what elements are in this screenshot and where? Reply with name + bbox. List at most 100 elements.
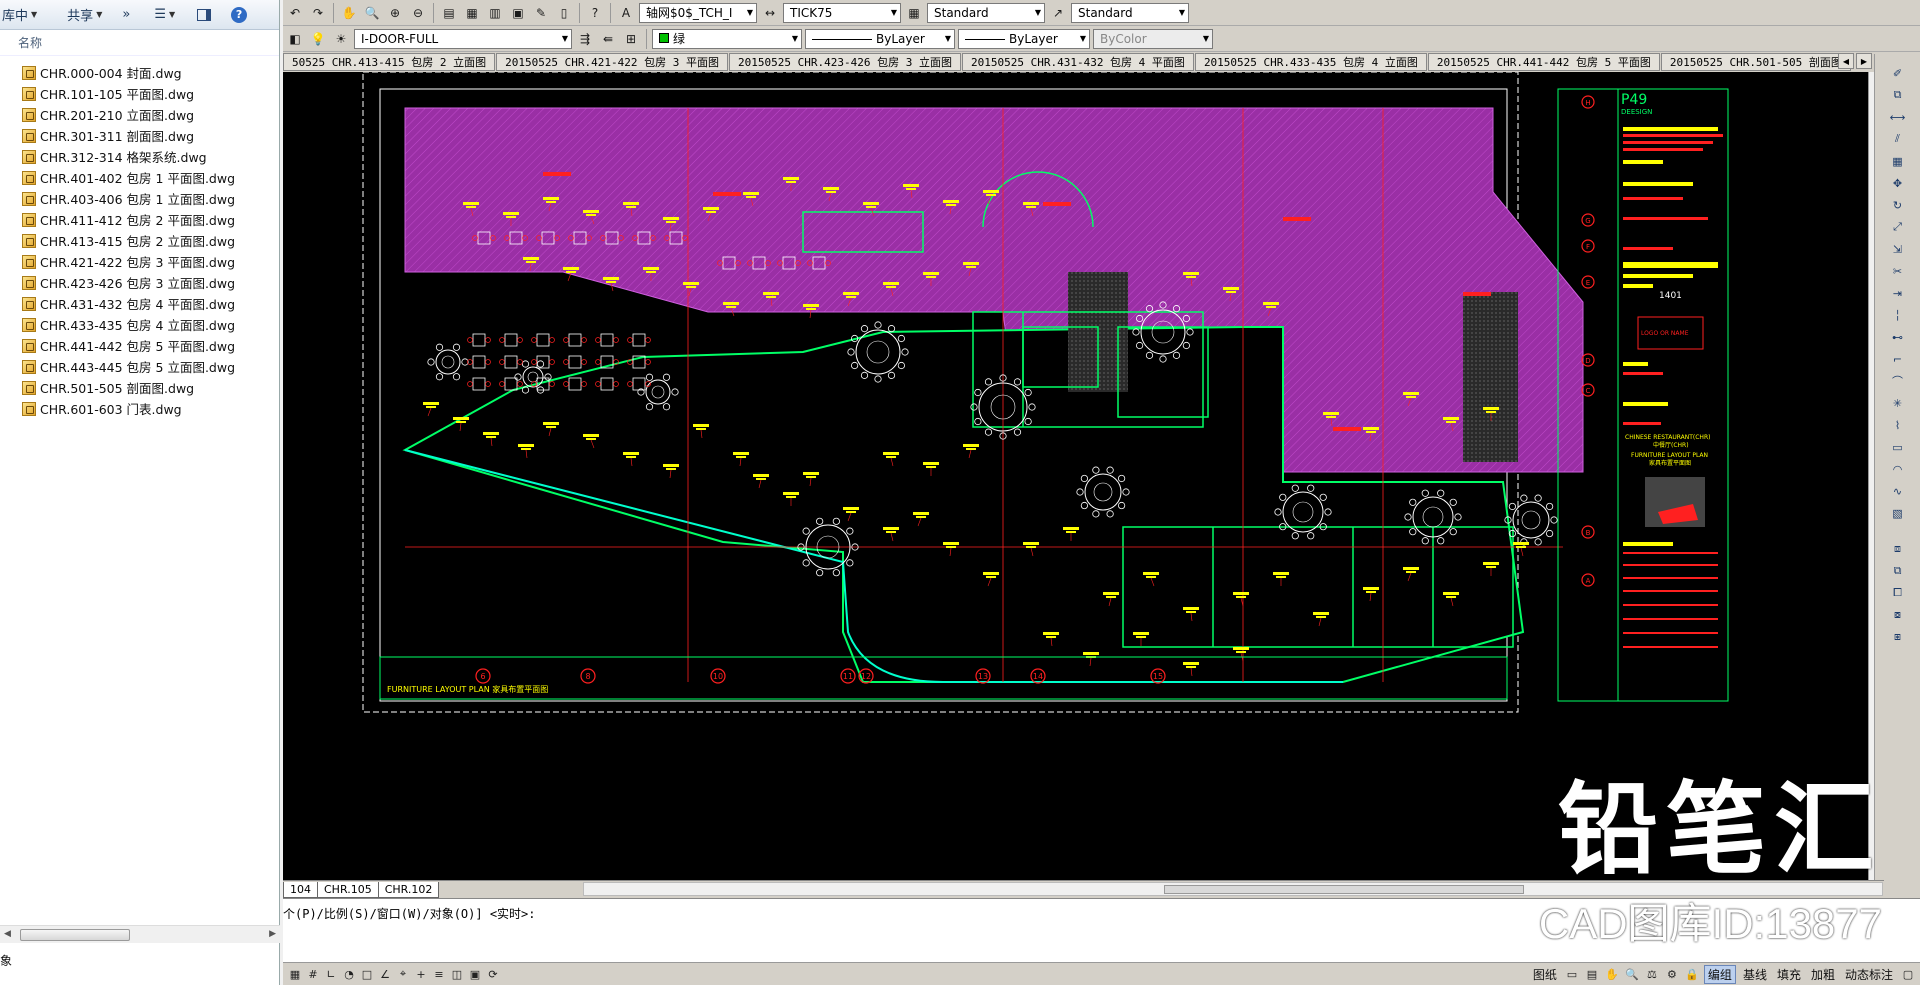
file-list-item[interactable]: CHR.443-445 包房 5 立面图.dwg bbox=[0, 356, 279, 377]
text-front-icon[interactable]: ⧇ bbox=[1888, 606, 1908, 624]
object-snap-icon[interactable]: □ bbox=[359, 966, 375, 982]
properties-icon[interactable]: ▤ bbox=[439, 3, 459, 23]
lineweight-select[interactable]: ByLayer ▼ bbox=[958, 28, 1090, 49]
spline-icon[interactable]: ∿ bbox=[1888, 482, 1908, 500]
help-button[interactable]: ? bbox=[231, 6, 248, 23]
file-list-item[interactable]: CHR.201-210 立面图.dwg bbox=[0, 104, 279, 125]
library-dropdown[interactable]: 库中 ▼ bbox=[2, 5, 37, 24]
textstyle-select[interactable]: TICK75 ▼ bbox=[783, 2, 901, 23]
color-select[interactable]: 绿 ▼ bbox=[652, 28, 802, 49]
undo-icon[interactable]: ↶ bbox=[285, 3, 305, 23]
polar-tracking-icon[interactable]: ◔ bbox=[341, 966, 357, 982]
tablestyle-select[interactable]: Standard ▼ bbox=[927, 2, 1045, 23]
file-list-item[interactable]: CHR.501-505 剖面图.dwg bbox=[0, 377, 279, 398]
drawing-tab[interactable]: 20150525 CHR.501-505 剖面图 bbox=[1660, 53, 1851, 71]
zoom-previous-icon[interactable]: ⊖ bbox=[408, 3, 428, 23]
zoom-realtime-icon[interactable]: 🔍 bbox=[362, 3, 382, 23]
quick-view-drawings-icon[interactable]: ▤ bbox=[1584, 967, 1600, 983]
drawing-tab[interactable]: 20150525 CHR.423-426 包房 3 立面图 bbox=[729, 53, 961, 71]
hatch-icon[interactable]: ▧ bbox=[1888, 504, 1908, 522]
file-list-item[interactable]: CHR.413-415 包房 2 立面图.dwg bbox=[0, 230, 279, 251]
help-icon[interactable]: ? bbox=[585, 3, 605, 23]
column-header-name[interactable]: 名称 bbox=[0, 30, 279, 56]
file-list-item[interactable]: CHR.441-442 包房 5 平面图.dwg bbox=[0, 335, 279, 356]
drawing-tab[interactable]: 50525 CHR.413-415 包房 2 立面图 bbox=[283, 53, 496, 71]
offset-icon[interactable]: ⫽ bbox=[1888, 130, 1908, 148]
pan-hand-icon[interactable]: ✋ bbox=[339, 3, 359, 23]
dim-front-icon[interactable]: ⧆ bbox=[1888, 628, 1908, 646]
drawing-tab[interactable]: 20150525 CHR.421-422 包房 3 平面图 bbox=[496, 53, 729, 71]
transparency-icon[interactable]: ◫ bbox=[449, 966, 465, 982]
layer-previous-icon[interactable]: ⇚ bbox=[598, 29, 618, 49]
linetype-select[interactable]: ByLayer ▼ bbox=[805, 28, 955, 49]
design-center-icon[interactable]: ▦ bbox=[462, 3, 482, 23]
horizontal-scrollbar[interactable] bbox=[583, 882, 1883, 896]
lightbulb-icon[interactable]: 💡 bbox=[308, 29, 328, 49]
file-list-item[interactable]: CHR.312-314 格架系统.dwg bbox=[0, 146, 279, 167]
share-dropdown[interactable]: 共享 ▼ bbox=[67, 5, 102, 24]
send-back-icon[interactable]: ⧠ bbox=[1888, 584, 1908, 602]
grid-display-icon[interactable]: # bbox=[305, 966, 321, 982]
baseline-toggle[interactable]: 基线 bbox=[1740, 966, 1770, 983]
stretch-icon[interactable]: ⇲ bbox=[1888, 240, 1908, 258]
explode-icon[interactable]: ✳ bbox=[1888, 394, 1908, 412]
layer-select[interactable]: I-DOOR-FULL ▼ bbox=[354, 28, 572, 49]
text-style-icon[interactable]: A bbox=[616, 3, 636, 23]
multileader-style-icon[interactable]: ↗ bbox=[1048, 3, 1068, 23]
dynamic-input-icon[interactable]: + bbox=[413, 966, 429, 982]
rotate-icon[interactable]: ↻ bbox=[1888, 196, 1908, 214]
dimstyle-select[interactable]: 轴网$0$_TCH_I ▼ bbox=[639, 2, 757, 23]
bold-toggle[interactable]: 加粗 bbox=[1808, 966, 1838, 983]
snap-mode-icon[interactable]: ▦ bbox=[287, 966, 303, 982]
scale-icon[interactable]: ⤢ bbox=[1888, 218, 1908, 236]
selection-cycling-icon[interactable]: ⟳ bbox=[485, 966, 501, 982]
mleaderstyle-select[interactable]: Standard ▼ bbox=[1071, 2, 1189, 23]
polyline-icon[interactable]: ⌇ bbox=[1888, 416, 1908, 434]
pan-icon[interactable]: ✋ bbox=[1604, 967, 1620, 983]
trim-icon[interactable]: ✂ bbox=[1888, 262, 1908, 280]
scrollbar-thumb[interactable] bbox=[20, 929, 130, 941]
file-list-item[interactable]: CHR.423-426 包房 3 立面图.dwg bbox=[0, 272, 279, 293]
explorer-horizontal-scrollbar[interactable]: ◀ ▶ bbox=[0, 925, 280, 943]
dynamic-ucs-icon[interactable]: ⌖ bbox=[395, 966, 411, 982]
markup-icon[interactable]: ✎ bbox=[531, 3, 551, 23]
erase-icon[interactable]: ✐ bbox=[1888, 64, 1908, 82]
file-list-item[interactable]: CHR.301-311 剖面图.dwg bbox=[0, 125, 279, 146]
more-button[interactable]: » bbox=[122, 7, 130, 22]
sheet-set-icon[interactable]: ▣ bbox=[508, 3, 528, 23]
drawing-viewport[interactable]: 6 8 10 11 12 13 14 15 FURNITURE LAYOUT PLAN 家具布… bbox=[283, 72, 1868, 880]
file-list-item[interactable]: CHR.421-422 包房 3 平面图.dwg bbox=[0, 251, 279, 272]
draw-order-icon[interactable]: ⧈ bbox=[1888, 540, 1908, 558]
layout-tab[interactable]: 104 bbox=[283, 881, 318, 898]
drawing-tab[interactable]: 20150525 CHR.441-442 包房 5 平面图 bbox=[1427, 53, 1660, 71]
sun-icon[interactable]: ☀ bbox=[331, 29, 351, 49]
layout-tab[interactable]: CHR.102 bbox=[377, 881, 440, 898]
move-icon[interactable]: ✥ bbox=[1888, 174, 1908, 192]
dimension-style-icon[interactable]: ↔ bbox=[760, 3, 780, 23]
plotstyle-select[interactable]: ByColor ▼ bbox=[1093, 28, 1213, 49]
clean-screen-icon[interactable]: ▢ bbox=[1900, 967, 1916, 983]
file-list-item[interactable]: CHR.401-402 包房 1 平面图.dwg bbox=[0, 167, 279, 188]
command-input[interactable] bbox=[283, 942, 1783, 958]
paper-toggle[interactable]: 图纸 bbox=[1530, 966, 1560, 983]
ortho-mode-icon[interactable]: ∟ bbox=[323, 966, 339, 982]
chamfer-icon[interactable]: ⌐ bbox=[1888, 350, 1908, 368]
file-list-item[interactable]: CHR.403-406 包房 1 立面图.dwg bbox=[0, 188, 279, 209]
redo-icon[interactable]: ↷ bbox=[308, 3, 328, 23]
tool-palettes-icon[interactable]: ▥ bbox=[485, 3, 505, 23]
layer-state-icon[interactable]: ⊞ bbox=[621, 29, 641, 49]
fill-toggle[interactable]: 填充 bbox=[1774, 966, 1804, 983]
break-icon[interactable]: ╎ bbox=[1888, 306, 1908, 324]
zoom-window-icon[interactable]: ⊕ bbox=[385, 3, 405, 23]
tab-scroll-left-icon[interactable]: ◀ bbox=[1838, 53, 1854, 69]
scroll-left-icon[interactable]: ◀ bbox=[4, 929, 11, 939]
layer-manager-icon[interactable]: ◧ bbox=[285, 29, 305, 49]
file-list-item[interactable]: CHR.433-435 包房 4 立面图.dwg bbox=[0, 314, 279, 335]
lock-icon[interactable]: 🔒 bbox=[1684, 967, 1700, 983]
group-toggle[interactable]: 编组 bbox=[1703, 965, 1736, 984]
quick-view-layouts-icon[interactable]: ▭ bbox=[1564, 967, 1580, 983]
make-current-layer-icon[interactable]: ⇶ bbox=[575, 29, 595, 49]
file-list-item[interactable]: CHR.101-105 平面图.dwg bbox=[0, 83, 279, 104]
lineweight-toggle-icon[interactable]: ≡ bbox=[431, 966, 447, 982]
file-list-item[interactable]: CHR.411-412 包房 2 平面图.dwg bbox=[0, 209, 279, 230]
